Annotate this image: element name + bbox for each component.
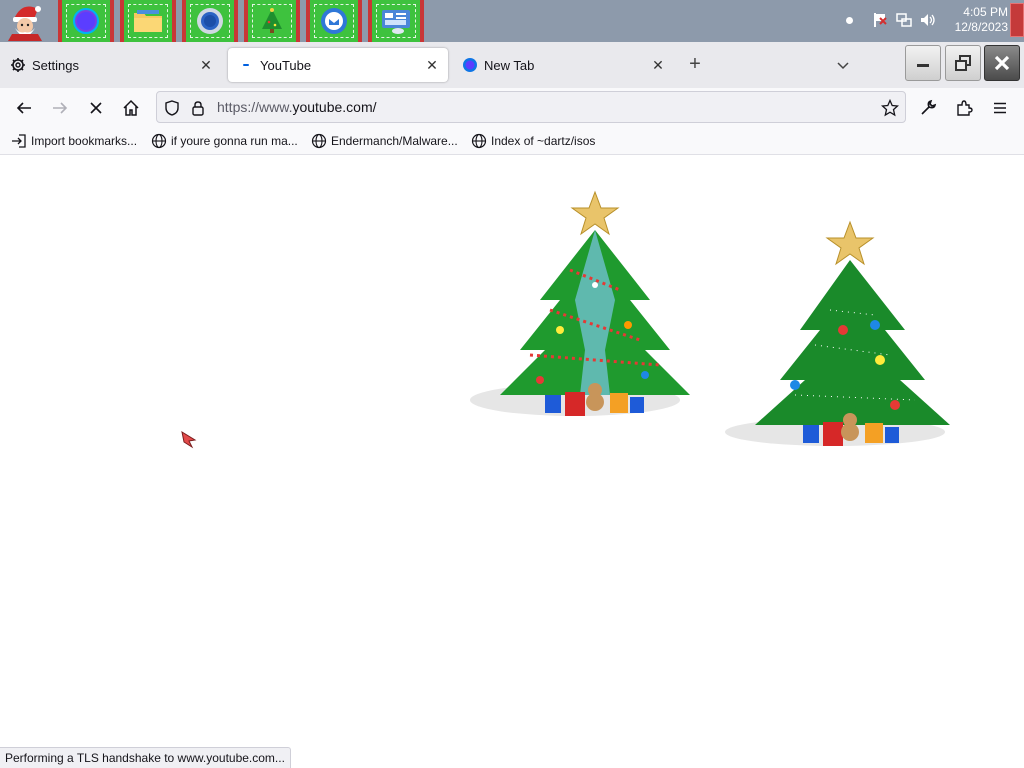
christmas-tree-image — [470, 190, 690, 416]
bookmark-label: Index of ~dartz/isos — [491, 134, 596, 148]
extensions-button[interactable] — [949, 93, 979, 123]
restore-button[interactable] — [945, 45, 981, 81]
bookmark-item[interactable]: Endermanch/Malware... — [311, 132, 458, 150]
mail-icon — [321, 8, 347, 34]
url-prefix: https://www. — [217, 99, 293, 115]
bookmarks-toolbar: Import bookmarks... if youre gonna run m… — [0, 126, 1024, 155]
clock-date: 12/8/2023 — [954, 20, 1008, 34]
show-desktop-button[interactable] — [1010, 3, 1024, 37]
navigation-toolbar: https://www.youtube.com/ — [0, 88, 1024, 126]
home-button[interactable] — [116, 93, 146, 123]
home-icon — [123, 99, 139, 116]
tab-label: New Tab — [484, 57, 535, 73]
minimize-button[interactable] — [905, 45, 941, 81]
back-button[interactable] — [9, 93, 39, 123]
new-tab-button[interactable]: + — [682, 52, 708, 78]
forward-button[interactable] — [45, 93, 75, 123]
tools-button[interactable] — [913, 93, 943, 123]
page-content — [0, 155, 1024, 768]
bookmark-label: if youre gonna run ma... — [171, 134, 298, 148]
mouse-cursor-icon — [181, 430, 197, 449]
taskbar-clock[interactable]: 4:05 PM 12/8/2023 — [944, 5, 1008, 35]
volume-icon[interactable] — [920, 12, 936, 28]
list-all-tabs-button[interactable] — [830, 52, 856, 78]
flag-alert-icon[interactable] — [872, 12, 888, 28]
close-tab-icon[interactable]: ✕ — [194, 53, 218, 77]
firefox-icon — [73, 8, 99, 34]
stop-icon — [90, 102, 102, 114]
status-panel: Performing a TLS handshake to www.youtub… — [0, 747, 291, 768]
gear-icon — [10, 57, 26, 73]
globe-icon — [311, 133, 327, 149]
bookmark-item[interactable]: if youre gonna run ma... — [151, 132, 298, 150]
clock-time: 4:05 PM — [963, 5, 1008, 19]
url-domain: youtube.com/ — [292, 99, 377, 115]
control-panel-icon — [382, 10, 410, 34]
tab-settings[interactable]: Settings ✕ — [0, 48, 222, 82]
christmas-tree-image — [725, 220, 950, 446]
lock-icon[interactable] — [189, 99, 207, 117]
restore-icon — [955, 55, 971, 71]
address-bar[interactable]: https://www.youtube.com/ — [156, 91, 906, 123]
folder-icon — [134, 10, 162, 32]
wrench-icon — [921, 99, 937, 115]
stop-button[interactable] — [81, 93, 111, 123]
santa-icon — [8, 6, 42, 41]
globe-icon — [151, 133, 167, 149]
bookmark-import[interactable]: Import bookmarks... — [11, 132, 137, 150]
tab-label: Settings — [32, 57, 79, 73]
url-text[interactable]: https://www.youtube.com/ — [217, 99, 377, 115]
taskbar: 4:05 PM 12/8/2023 — [0, 0, 1024, 42]
taskbar-app-firefox[interactable] — [58, 0, 114, 42]
chevron-down-icon — [837, 62, 849, 70]
tab-label: YouTube — [260, 57, 312, 73]
chrome-icon — [197, 8, 223, 34]
bookmark-label: Endermanch/Malware... — [331, 134, 458, 148]
taskbar-app-chrome[interactable] — [182, 0, 238, 42]
start-button[interactable] — [4, 1, 48, 41]
puzzle-icon — [957, 100, 973, 116]
loading-icon — [238, 57, 254, 73]
tray-notification-dot — [846, 17, 853, 24]
firefox-icon — [462, 57, 478, 73]
tab-youtube[interactable]: YouTube ✕ — [228, 48, 448, 82]
hamburger-menu-icon — [994, 102, 1006, 114]
tab-strip: Settings ✕ YouTube ✕ New Tab ✕ — [0, 42, 1024, 88]
import-icon — [11, 133, 27, 149]
tree-icon — [262, 8, 282, 33]
close-tab-icon[interactable]: ✕ — [420, 53, 444, 77]
bookmark-label: Import bookmarks... — [31, 134, 138, 148]
taskbar-app-control-panel[interactable] — [368, 0, 424, 42]
tab-new-tab[interactable]: New Tab ✕ — [452, 48, 674, 82]
taskbar-app-mail[interactable] — [306, 0, 362, 42]
close-window-button[interactable] — [984, 45, 1020, 81]
network-icon[interactable] — [896, 12, 912, 28]
close-icon — [994, 55, 1010, 71]
tracking-protection-shield-icon[interactable] — [163, 99, 181, 117]
globe-icon — [471, 133, 487, 149]
bookmark-star-icon[interactable] — [881, 99, 899, 117]
taskbar-app-file-explorer[interactable] — [120, 0, 176, 42]
bookmark-item[interactable]: Index of ~dartz/isos — [471, 132, 595, 150]
close-tab-icon[interactable]: ✕ — [646, 53, 670, 77]
menu-button[interactable] — [985, 93, 1015, 123]
arrow-right-icon — [53, 102, 68, 114]
arrow-left-icon — [16, 102, 31, 114]
minimize-icon — [917, 64, 929, 67]
taskbar-app-christmas-tree[interactable] — [244, 0, 300, 42]
